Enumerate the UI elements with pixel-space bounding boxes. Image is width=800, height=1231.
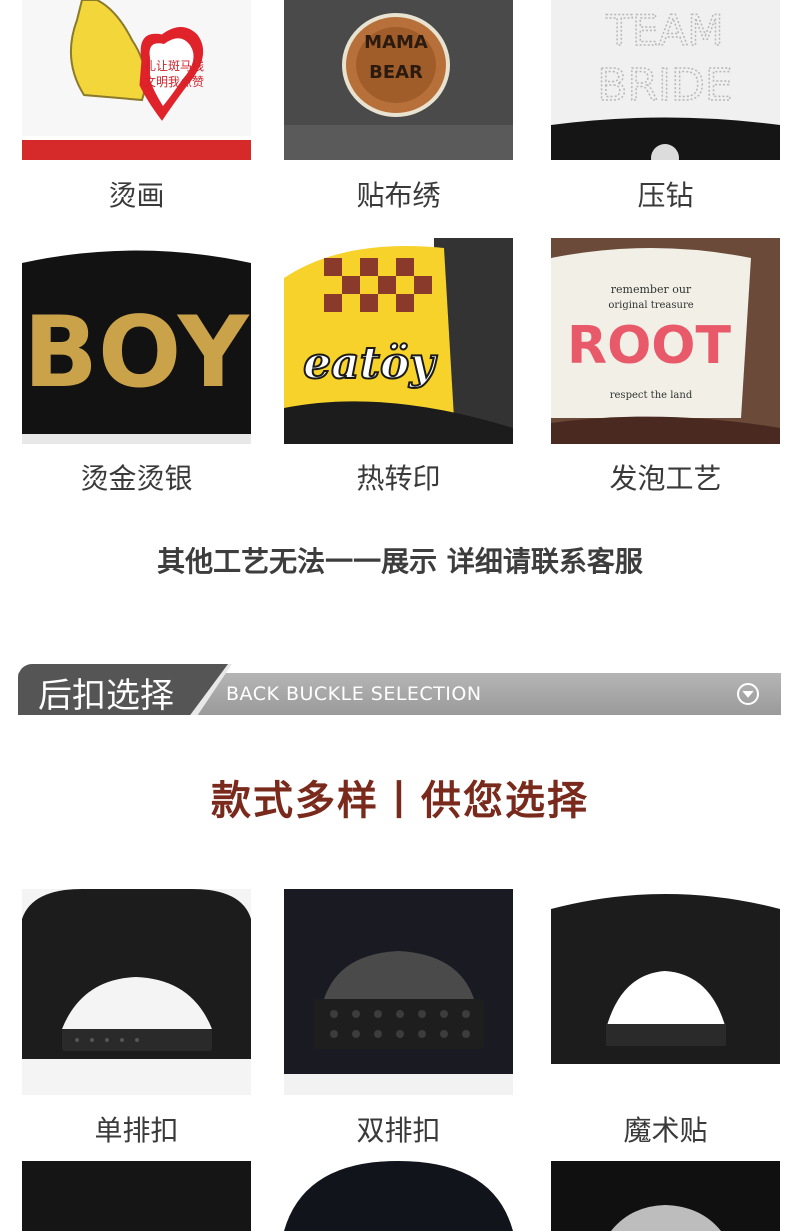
- section-title-cn: 后扣选择: [38, 676, 174, 716]
- buckle-image-single-row-snap: [22, 889, 251, 1095]
- craft-label: 压钻: [637, 179, 694, 212]
- craft-label: 烫金烫银: [80, 462, 193, 495]
- buckle-image-cropped: [284, 1161, 513, 1231]
- svg-text:original treasure: original treasure: [608, 300, 693, 311]
- svg-text:eatöy: eatöy: [303, 338, 438, 389]
- buckle-image-cropped: [22, 1161, 251, 1231]
- craft-image-gold-silver-foil: BOY: [22, 238, 251, 444]
- buckle-image-double-row-snap: [284, 889, 513, 1095]
- buckle-label: 双排扣: [356, 1114, 441, 1147]
- buckle-image-cropped: [551, 1161, 780, 1231]
- craft-image-patch-embroidery: MAMA BEAR: [284, 0, 513, 160]
- chevron-down-circle-icon: [737, 683, 759, 705]
- craft-image-heat-transfer: eatöy: [284, 238, 513, 444]
- craft-label: 贴布绣: [356, 179, 441, 212]
- craft-label: 热转印: [356, 462, 441, 495]
- buckle-image-velcro: [551, 889, 780, 1095]
- craft-label: 烫画: [108, 179, 165, 212]
- slogan: 款式多样丨供您选择: [211, 778, 589, 824]
- svg-text:BEAR: BEAR: [369, 62, 423, 83]
- craft-image-foam-puff: remember our original treasure ROOT resp…: [551, 238, 780, 444]
- contact-note: 其他工艺无法一一展示 详细请联系客服: [157, 545, 643, 578]
- svg-text:respect the land: respect the land: [610, 390, 693, 401]
- svg-text:TEAM: TEAM: [605, 6, 723, 55]
- section-title-en: BACK BUCKLE SELECTION: [226, 683, 482, 705]
- craft-label: 发泡工艺: [609, 462, 722, 495]
- svg-text:BOY: BOY: [23, 296, 250, 410]
- buckle-label: 单排扣: [94, 1114, 179, 1147]
- craft-image-heat-transfer-print: 礼让斑马线文明我点赞: [22, 0, 251, 160]
- craft-image-rhinestone: TEAM BRIDE: [551, 0, 780, 160]
- svg-text:BRIDE: BRIDE: [597, 60, 732, 111]
- svg-text:remember our: remember our: [611, 283, 692, 296]
- svg-text:MAMA: MAMA: [364, 32, 428, 53]
- buckle-label: 魔术贴: [623, 1114, 708, 1147]
- svg-text:ROOT: ROOT: [567, 316, 731, 376]
